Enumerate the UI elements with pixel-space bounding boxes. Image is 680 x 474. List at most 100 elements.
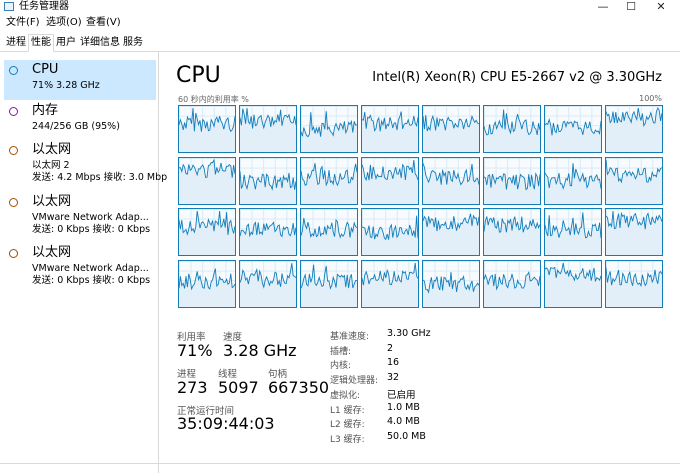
menu-bar: 文件(F) 选项(O) 查看(V) <box>0 15 680 31</box>
graph-max-label: 100% <box>639 94 662 103</box>
tab-users[interactable]: 用户 <box>54 35 78 50</box>
core-graph <box>605 156 663 205</box>
core-graph <box>239 156 297 205</box>
core-graph <box>483 156 541 205</box>
window-title: 任务管理器 <box>19 1 69 12</box>
core-graph <box>605 259 663 308</box>
sidebar-item-ethernet-2[interactable]: 以太网 VMware Network Adap... 发送: 0 Kbps 接收… <box>4 192 156 238</box>
core-graph <box>605 208 663 256</box>
sidebar-item-title: 以太网 <box>32 194 72 209</box>
sidebar-item-title: CPU <box>32 62 59 77</box>
core-graph <box>178 208 236 256</box>
core-graph <box>300 156 358 205</box>
core-graph <box>361 156 419 205</box>
core-graph <box>239 259 297 308</box>
utilization-value: 71% <box>177 341 213 360</box>
processes-value: 273 <box>177 378 208 397</box>
core-graph <box>483 208 541 256</box>
ethernet-indicator-icon <box>9 146 18 155</box>
logical-processor-graphs <box>178 105 663 309</box>
spec-label: 内核: <box>330 361 352 372</box>
tab-bar: 进程 性能 用户 详细信息 服务 <box>0 33 680 52</box>
minimize-button[interactable]: — <box>588 0 618 14</box>
sidebar-item-ethernet-1[interactable]: 以太网 以太网 2 发送: 4.2 Mbps 接收: 3.0 Mbp <box>4 140 167 186</box>
core-graph <box>239 105 297 153</box>
maximize-button[interactable]: ☐ <box>616 0 646 14</box>
spec-label: 插槽: <box>330 346 352 357</box>
core-graph <box>422 156 480 205</box>
sidebar-item-memory[interactable]: 内存 244/256 GB (95%) <box>4 101 156 141</box>
core-graph <box>178 105 236 153</box>
spec-value: 已启用 <box>387 389 416 401</box>
core-graph <box>361 208 419 256</box>
core-graph <box>422 105 480 153</box>
menu-options[interactable]: 选项(O) <box>46 15 82 31</box>
spec-label: 基准速度: <box>330 332 370 342</box>
cpu-model: Intel(R) Xeon(R) CPU E5-2667 v2 @ 3.30GH… <box>372 70 662 85</box>
core-graph <box>422 208 480 256</box>
speed-value: 3.28 GHz <box>223 341 297 360</box>
ethernet-indicator-icon <box>9 198 18 207</box>
core-graph <box>361 105 419 153</box>
title-bar: 任务管理器 — ☐ ✕ <box>0 0 680 14</box>
spec-value: 3.30 GHz <box>387 328 431 339</box>
tab-services[interactable]: 服务 <box>121 35 145 50</box>
spec-label: L3 缓存: <box>330 434 365 445</box>
threads-value: 5097 <box>218 378 259 397</box>
sidebar-item-detail: VMware Network Adap... <box>32 212 149 223</box>
core-graph <box>544 259 602 308</box>
core-graph <box>361 259 419 308</box>
core-graph <box>544 105 602 153</box>
tab-performance[interactable]: 性能 <box>28 34 54 52</box>
ethernet-indicator-icon <box>9 249 18 258</box>
core-graph <box>300 208 358 256</box>
uptime-value: 35:09:44:03 <box>177 414 275 433</box>
spec-value: 50.0 MB <box>387 430 426 442</box>
spec-label: L2 缓存: <box>330 420 365 431</box>
core-graph <box>239 208 297 256</box>
core-graph <box>422 259 480 308</box>
cpu-indicator-icon <box>9 66 18 75</box>
memory-indicator-icon <box>9 107 18 116</box>
menu-file[interactable]: 文件(F) <box>6 15 40 31</box>
core-graph <box>178 156 236 205</box>
sidebar-item-detail: 71% 3.28 GHz <box>32 80 100 91</box>
spec-value: 16 <box>387 357 400 369</box>
core-graph <box>483 259 541 308</box>
tab-processes[interactable]: 进程 <box>4 35 28 50</box>
core-graph <box>544 208 602 256</box>
sidebar-item-title: 以太网 <box>32 142 72 157</box>
spec-value: 2 <box>387 342 394 354</box>
sidebar-item-title: 内存 <box>32 103 59 118</box>
close-button[interactable]: ✕ <box>646 0 676 14</box>
spec-value: 4.0 MB <box>387 416 420 428</box>
page-title: CPU <box>176 63 221 88</box>
menu-view[interactable]: 查看(V) <box>86 15 121 31</box>
sidebar-item-throughput: 发送: 4.2 Mbps 接收: 3.0 Mbp <box>32 172 168 183</box>
core-graph <box>300 259 358 308</box>
task-manager-icon <box>4 2 14 11</box>
core-graph <box>483 105 541 153</box>
handles-value: 667350 <box>268 378 330 397</box>
sidebar-item-ethernet-3[interactable]: 以太网 VMware Network Adap... 发送: 0 Kbps 接收… <box>4 243 156 289</box>
core-graph <box>544 156 602 205</box>
tab-details[interactable]: 详细信息 <box>78 35 122 50</box>
status-bar <box>0 463 680 474</box>
spec-label: L1 缓存: <box>330 405 365 416</box>
sidebar-item-cpu[interactable]: CPU 71% 3.28 GHz <box>4 60 156 100</box>
core-graph <box>605 105 663 153</box>
sidebar-item-detail: 以太网 2 <box>32 160 70 171</box>
sidebar-item-throughput: 发送: 0 Kbps 接收: 0 Kbps <box>32 275 151 286</box>
sidebar-item-detail: VMware Network Adap... <box>32 263 149 274</box>
sidebar-item-throughput: 发送: 0 Kbps 接收: 0 Kbps <box>32 224 151 235</box>
core-graph <box>300 105 358 153</box>
sidebar-item-detail: 244/256 GB (95%) <box>32 121 120 132</box>
spec-label: 虚拟化: <box>330 390 361 401</box>
core-graph <box>178 259 236 308</box>
spec-value: 32 <box>387 372 400 384</box>
spec-value: 1.0 MB <box>387 401 420 413</box>
sidebar: CPU 71% 3.28 GHz 内存 244/256 GB (95%) 以太网… <box>0 52 167 473</box>
sidebar-item-title: 以太网 <box>32 245 72 260</box>
graph-caption: 60 秒内的利用率 % <box>178 95 249 104</box>
spec-label: 逻辑处理器: <box>330 376 379 387</box>
